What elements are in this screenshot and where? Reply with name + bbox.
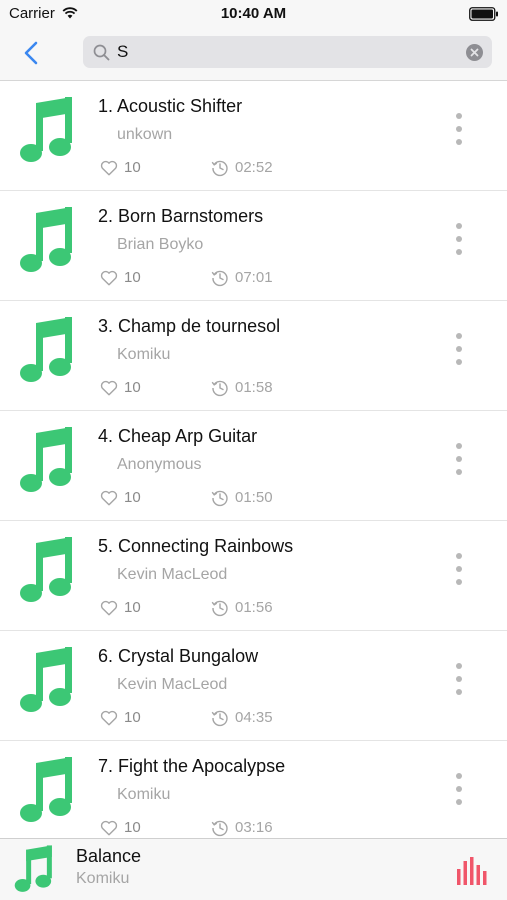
song-row[interactable]: 5. Connecting Rainbows Kevin MacLeod 10 … xyxy=(0,521,507,631)
like-count: 10 xyxy=(124,819,141,836)
more-dot xyxy=(456,126,462,132)
heart-icon[interactable] xyxy=(100,600,118,616)
song-duration: 03:16 xyxy=(235,819,273,836)
heart-icon[interactable] xyxy=(100,820,118,836)
more-options-button[interactable] xyxy=(446,771,472,807)
like-count: 10 xyxy=(124,269,141,286)
more-dot xyxy=(456,359,462,365)
history-icon xyxy=(211,710,228,727)
song-duration: 04:35 xyxy=(235,709,273,726)
battery-icon xyxy=(469,7,498,21)
status-time: 10:40 AM xyxy=(220,5,287,22)
more-dot xyxy=(456,469,462,475)
song-row[interactable]: 7. Fight the Apocalypse Komiku 10 03:16 xyxy=(0,741,507,838)
history-icon xyxy=(211,820,228,837)
song-artist: Komiku xyxy=(117,346,171,363)
equalizer-icon[interactable] xyxy=(456,857,488,885)
song-list: 1. Acoustic Shifter unkown 10 02:52 2. B… xyxy=(0,81,507,838)
more-dot xyxy=(456,553,462,559)
music-note-icon xyxy=(20,207,72,272)
search-header xyxy=(0,28,507,81)
song-artist: Kevin MacLeod xyxy=(117,676,228,693)
song-duration: 01:58 xyxy=(235,379,273,396)
music-note-icon xyxy=(14,845,52,892)
more-dot xyxy=(456,566,462,572)
music-note-icon xyxy=(20,317,72,382)
more-dot xyxy=(456,663,462,669)
more-dot xyxy=(456,113,462,119)
more-dot xyxy=(456,689,462,695)
history-icon xyxy=(211,270,228,287)
like-count: 10 xyxy=(124,709,141,726)
song-duration: 01:50 xyxy=(235,489,273,506)
song-title: 5. Connecting Rainbows xyxy=(98,536,294,556)
heart-icon[interactable] xyxy=(100,380,118,396)
more-dot xyxy=(456,456,462,462)
history-icon xyxy=(211,380,228,397)
more-dot xyxy=(456,333,462,339)
more-dot xyxy=(456,139,462,145)
more-dot xyxy=(456,579,462,585)
song-artist: Anonymous xyxy=(117,456,202,473)
song-row[interactable]: 3. Champ de tournesol Komiku 10 01:58 xyxy=(0,301,507,411)
song-title: 1. Acoustic Shifter xyxy=(98,96,243,116)
song-title: 3. Champ de tournesol xyxy=(98,316,281,336)
search-field[interactable] xyxy=(83,36,492,68)
song-duration: 02:52 xyxy=(235,159,273,176)
like-count: 10 xyxy=(124,159,141,176)
clear-icon[interactable] xyxy=(466,44,483,61)
more-dot xyxy=(456,443,462,449)
song-row[interactable]: 2. Born Barnstomers Brian Boyko 10 07:01 xyxy=(0,191,507,301)
now-playing-title: Balance xyxy=(76,846,142,866)
search-input[interactable] xyxy=(117,39,447,65)
mini-player[interactable]: Balance Komiku xyxy=(0,838,507,900)
song-duration: 01:56 xyxy=(235,599,273,616)
more-options-button[interactable] xyxy=(446,221,472,257)
more-dot xyxy=(456,223,462,229)
song-duration: 07:01 xyxy=(235,269,273,286)
song-artist: Komiku xyxy=(117,786,171,803)
back-button[interactable] xyxy=(20,40,44,66)
history-icon xyxy=(211,160,228,177)
song-title: 2. Born Barnstomers xyxy=(98,206,264,226)
more-dot xyxy=(456,346,462,352)
like-count: 10 xyxy=(124,599,141,616)
like-count: 10 xyxy=(124,489,141,506)
music-note-icon xyxy=(20,427,72,492)
song-artist: Brian Boyko xyxy=(117,236,204,253)
search-icon xyxy=(93,44,110,61)
song-title: 7. Fight the Apocalypse xyxy=(98,756,286,776)
status-bar: Carrier 10:40 AM xyxy=(0,0,507,28)
more-options-button[interactable] xyxy=(446,331,472,367)
song-artist: unkown xyxy=(117,126,173,143)
song-title: 4. Cheap Arp Guitar xyxy=(98,426,258,446)
like-count: 10 xyxy=(124,379,141,396)
more-options-button[interactable] xyxy=(446,111,472,147)
music-note-icon xyxy=(20,757,72,822)
more-dot xyxy=(456,236,462,242)
heart-icon[interactable] xyxy=(100,160,118,176)
more-options-button[interactable] xyxy=(446,551,472,587)
history-icon xyxy=(211,490,228,507)
history-icon xyxy=(211,600,228,617)
more-dot xyxy=(456,786,462,792)
song-row[interactable]: 4. Cheap Arp Guitar Anonymous 10 01:50 xyxy=(0,411,507,521)
heart-icon[interactable] xyxy=(100,270,118,286)
heart-icon[interactable] xyxy=(100,490,118,506)
song-artist: Kevin MacLeod xyxy=(117,566,228,583)
more-dot xyxy=(456,249,462,255)
now-playing-artist: Komiku xyxy=(76,870,130,887)
music-note-icon xyxy=(20,647,72,712)
music-note-icon xyxy=(20,537,72,602)
music-note-icon xyxy=(20,97,72,162)
heart-icon[interactable] xyxy=(100,710,118,726)
song-row[interactable]: 1. Acoustic Shifter unkown 10 02:52 xyxy=(0,81,507,191)
more-dot xyxy=(456,676,462,682)
song-row[interactable]: 6. Crystal Bungalow Kevin MacLeod 10 04:… xyxy=(0,631,507,741)
more-dot xyxy=(456,773,462,779)
song-title: 6. Crystal Bungalow xyxy=(98,646,259,666)
more-dot xyxy=(456,799,462,805)
more-options-button[interactable] xyxy=(446,441,472,477)
more-options-button[interactable] xyxy=(446,661,472,697)
